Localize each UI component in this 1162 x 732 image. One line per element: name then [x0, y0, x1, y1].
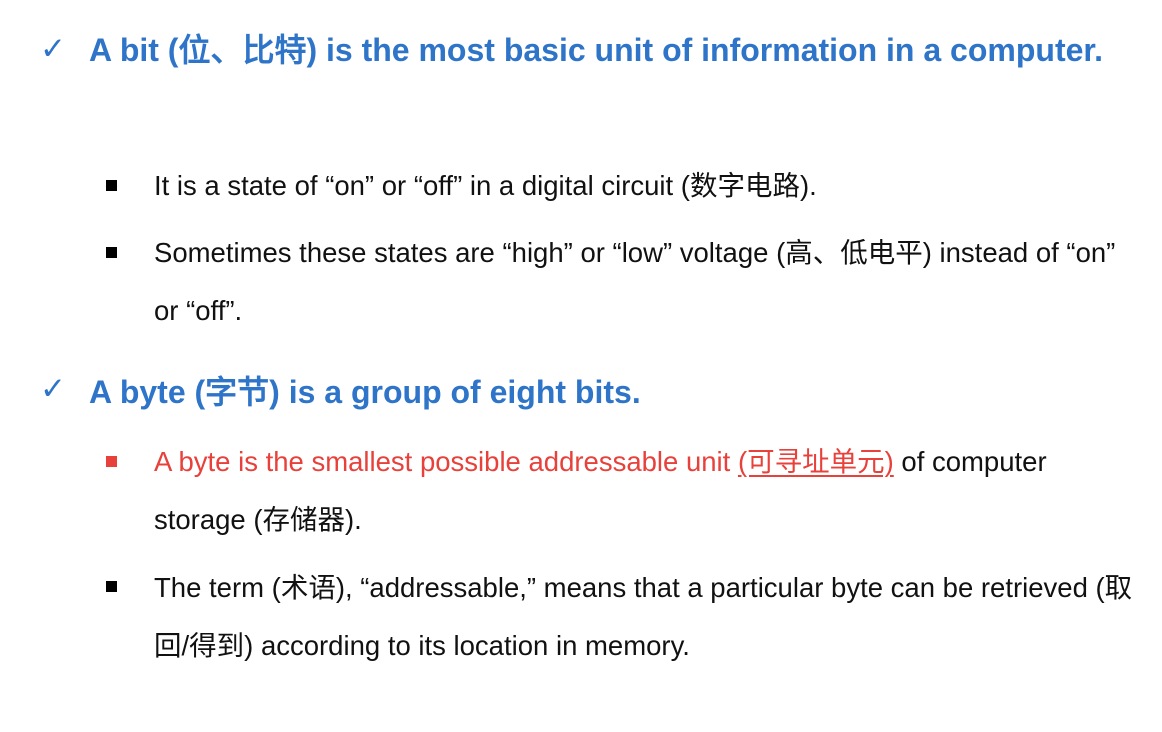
highlight-text: A byte is the smallest possible addressa… [154, 446, 738, 477]
sub-bullet-state: It is a state of “on” or “off” in a digi… [154, 170, 817, 201]
slide: ✓ A bit (位、比特) is the most basic unit of… [0, 0, 1162, 732]
square-bullet-icon [106, 180, 117, 191]
sub-bullet-addressable-unit: A byte is the smallest possible addressa… [154, 433, 1144, 549]
heading-byte: A byte (字节) is a group of eight bits. [89, 374, 641, 410]
square-bullet-icon [106, 247, 117, 258]
checkmark-icon: ✓ [40, 371, 66, 407]
sub-bullet-term: The term (术语), “addressable,” means that… [154, 572, 1133, 661]
checkmark-icon: ✓ [40, 31, 66, 67]
square-bullet-icon [106, 456, 117, 467]
sub-bullet-voltage: Sometimes these states are “high” or “lo… [154, 237, 1116, 326]
square-bullet-icon [106, 581, 117, 592]
underlined-term: (可寻址单元) [737, 446, 894, 477]
heading-bit: A bit (位、比特) is the most basic unit of i… [89, 32, 1103, 68]
